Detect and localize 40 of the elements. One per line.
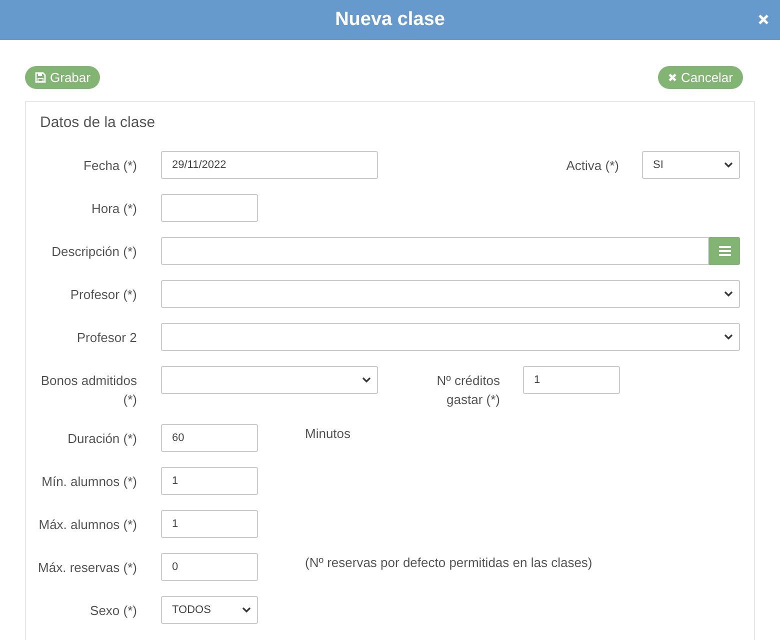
chevron-down-icon — [724, 291, 733, 297]
field-label: Profesor 2 — [76, 329, 137, 347]
select-field[interactable] — [160, 323, 740, 351]
dialog-title: Nueva clase — [335, 9, 445, 31]
field-label: Bonos admitidos (*) — [40, 372, 137, 409]
field-label: Máx. reservas (*) — [37, 559, 137, 577]
input-field[interactable] — [160, 237, 709, 265]
chevron-down-icon — [724, 162, 733, 168]
menu-icon — [718, 246, 730, 256]
field-label: Profesor (*) — [69, 286, 137, 304]
input-field[interactable]: 1 — [161, 510, 258, 538]
close-icon — [758, 14, 769, 25]
input-field[interactable]: 1 — [523, 366, 620, 394]
field-label: Nº créditos gastar (*) — [436, 372, 500, 409]
select-field[interactable] — [160, 280, 740, 308]
select-field[interactable]: SI — [642, 151, 740, 179]
input-field[interactable]: 60 — [161, 424, 258, 452]
input-field[interactable]: 29/11/2022 — [161, 151, 378, 179]
field-label: Duración (*) — [66, 430, 137, 448]
field-label: Mín. alumnos (*) — [40, 473, 137, 491]
input-field[interactable]: 0 — [161, 553, 258, 581]
input-field[interactable]: 1 — [161, 467, 258, 495]
field-label: Activa (*) — [566, 157, 619, 175]
chevron-down-icon — [362, 377, 371, 383]
field-label: Sexo (*) — [89, 602, 137, 620]
chevron-down-icon — [242, 607, 251, 613]
field-label: Descripción (*) — [50, 243, 137, 261]
input-field[interactable] — [161, 194, 258, 222]
hint-text: Minutos — [305, 425, 351, 443]
close-button[interactable] — [757, 13, 770, 26]
field-label: Fecha (*) — [82, 157, 137, 175]
field-label: Máx. alumnos (*) — [38, 516, 137, 534]
cross-icon — [668, 73, 677, 82]
select-field[interactable] — [161, 366, 378, 394]
chevron-down-icon — [724, 334, 733, 340]
select-field[interactable]: TODOS — [161, 596, 258, 624]
list-button[interactable] — [709, 237, 740, 265]
hint-text: (Nº reservas por defecto permitidas en las clases) — [305, 554, 592, 572]
panel-title: Datos de la clase — [40, 114, 156, 131]
field-label: Hora (*) — [90, 200, 137, 218]
